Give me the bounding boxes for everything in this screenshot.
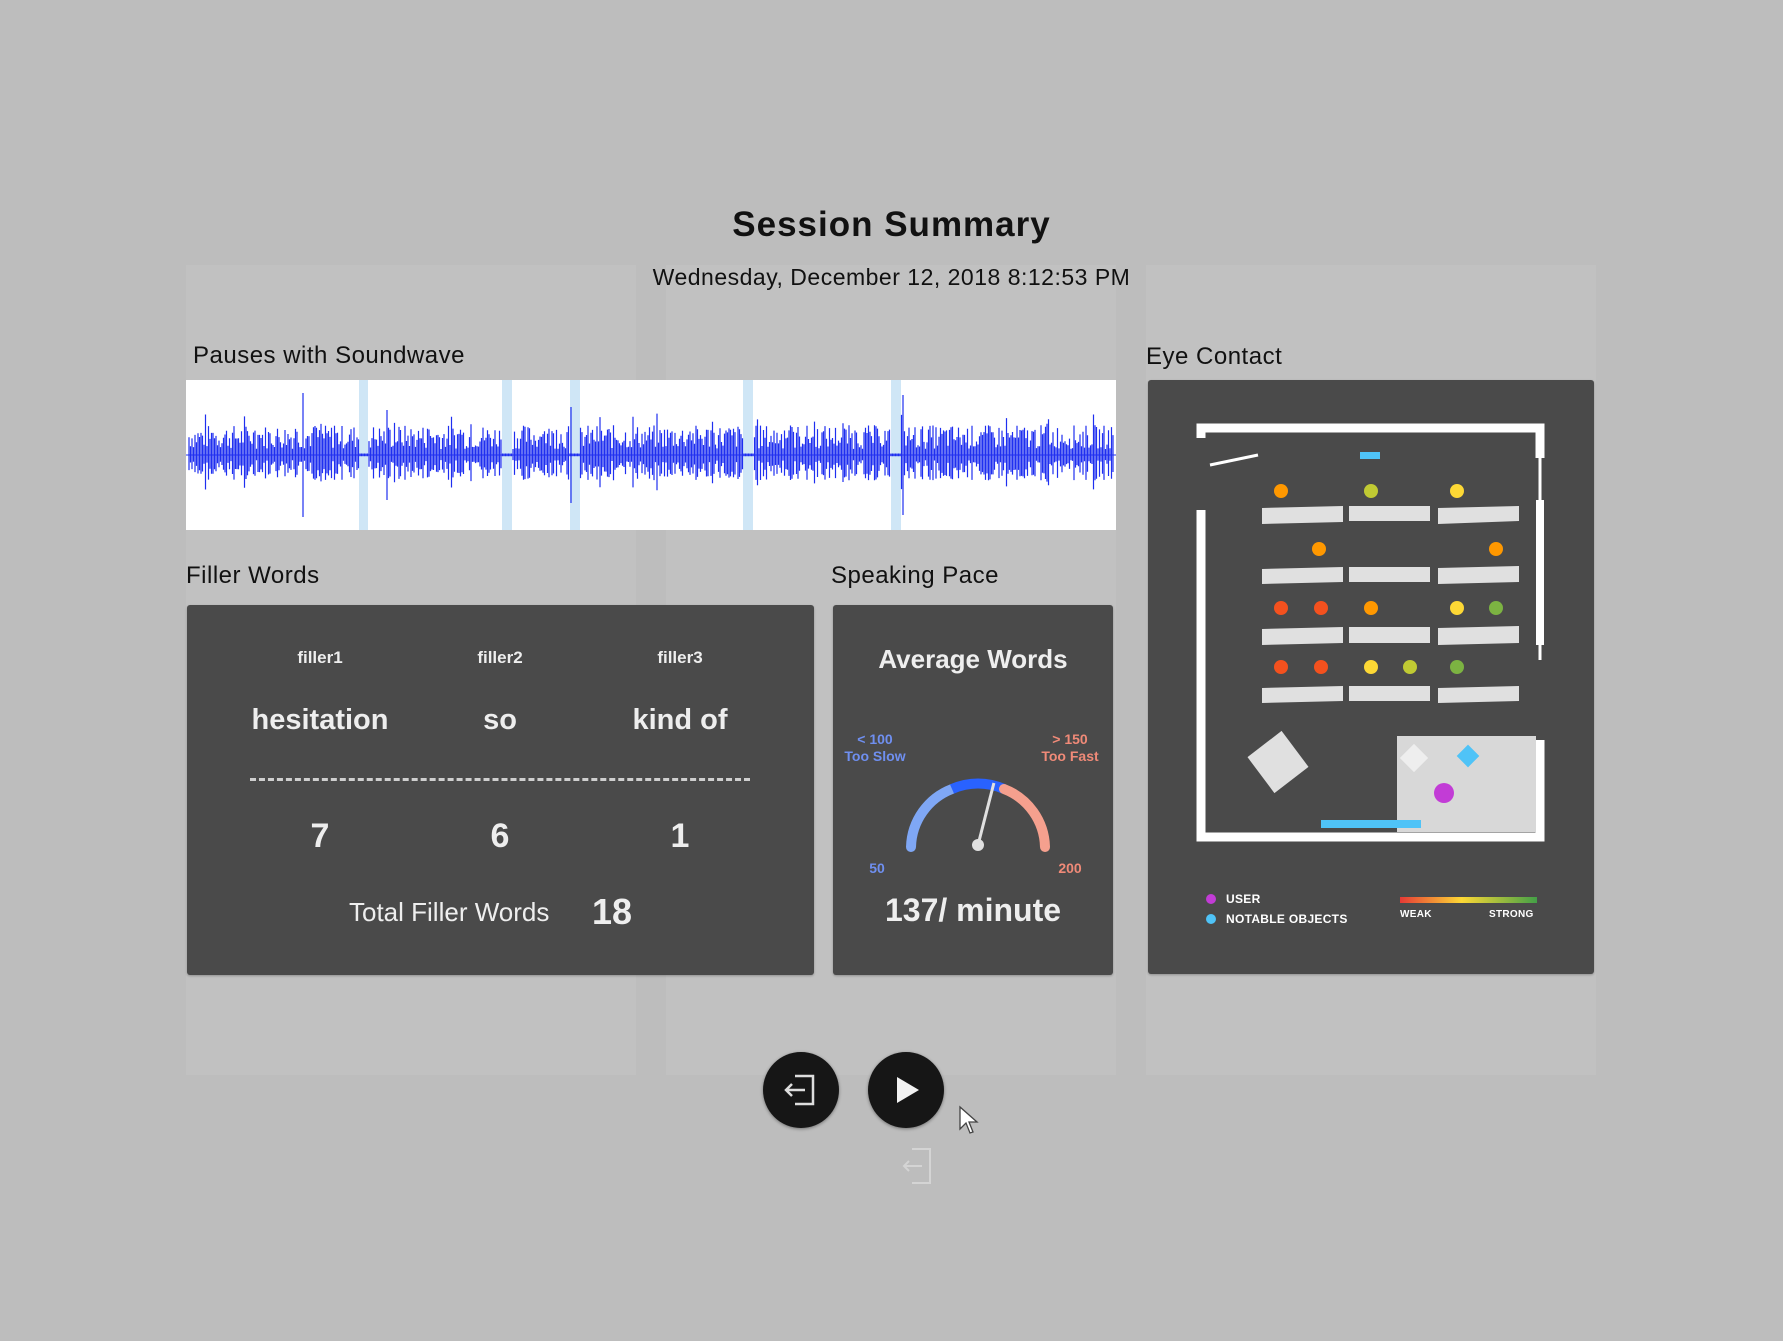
filler-header-3: filler3 [657,648,703,667]
session-datetime: Wednesday, December 12, 2018 8:12:53 PM [652,264,1131,290]
gauge-min-label: 50 [869,860,885,876]
filler-header-1: filler1 [297,648,343,667]
page-title: Session Summary [732,205,1051,244]
gauge-needle [976,782,996,846]
total-filler-label: Total Filler Words [349,897,550,927]
filler-divider [250,778,750,781]
filler-word-1: hesitation [251,704,389,736]
exit-door-icon [784,1074,815,1106]
play-icon [897,1077,919,1103]
eye-contact-section-label: Eye Contact [1146,343,1283,370]
speaking-pace-section-label: Speaking Pace [831,562,999,589]
gauge-pivot [972,839,984,851]
gauge-max-label: 200 [1058,860,1082,876]
play-button[interactable] [868,1052,944,1128]
legend-objects-label: NOTABLE OBJECTS [1226,912,1348,926]
eye-contact-panel: USER NOTABLE OBJECTS WEAK STRONG [1148,380,1594,974]
filler-header-2: filler2 [477,648,523,667]
classroom-map [1196,423,1545,924]
soundwave-panel [186,380,1116,530]
filler-word-2: so [483,704,517,736]
filler-count-2: 6 [490,817,510,855]
fast-range-value: > 150 [1052,731,1088,747]
slow-range-value: < 100 [857,731,893,747]
total-filler-value: 18 [592,891,633,932]
legend-user-label: USER [1226,892,1261,906]
legend-weak-label: WEAK [1400,909,1432,920]
filler-word-3: kind of [632,704,728,736]
average-words-title: Average Words [878,644,1068,674]
exit-ghost-icon [902,1148,931,1184]
mouse-cursor [959,1105,979,1134]
soundwave-chart [186,380,1116,530]
pace-value: 137/ minute [884,892,1062,928]
legend-strong-label: STRONG [1489,909,1534,920]
filler-count-3: 1 [670,817,690,855]
pace-gauge [906,778,1050,852]
pauses-section-label: Pauses with Soundwave [193,342,465,369]
exit-button[interactable] [763,1052,839,1128]
filler-words-section-label: Filler Words [186,562,320,589]
filler-count-1: 7 [310,817,330,855]
